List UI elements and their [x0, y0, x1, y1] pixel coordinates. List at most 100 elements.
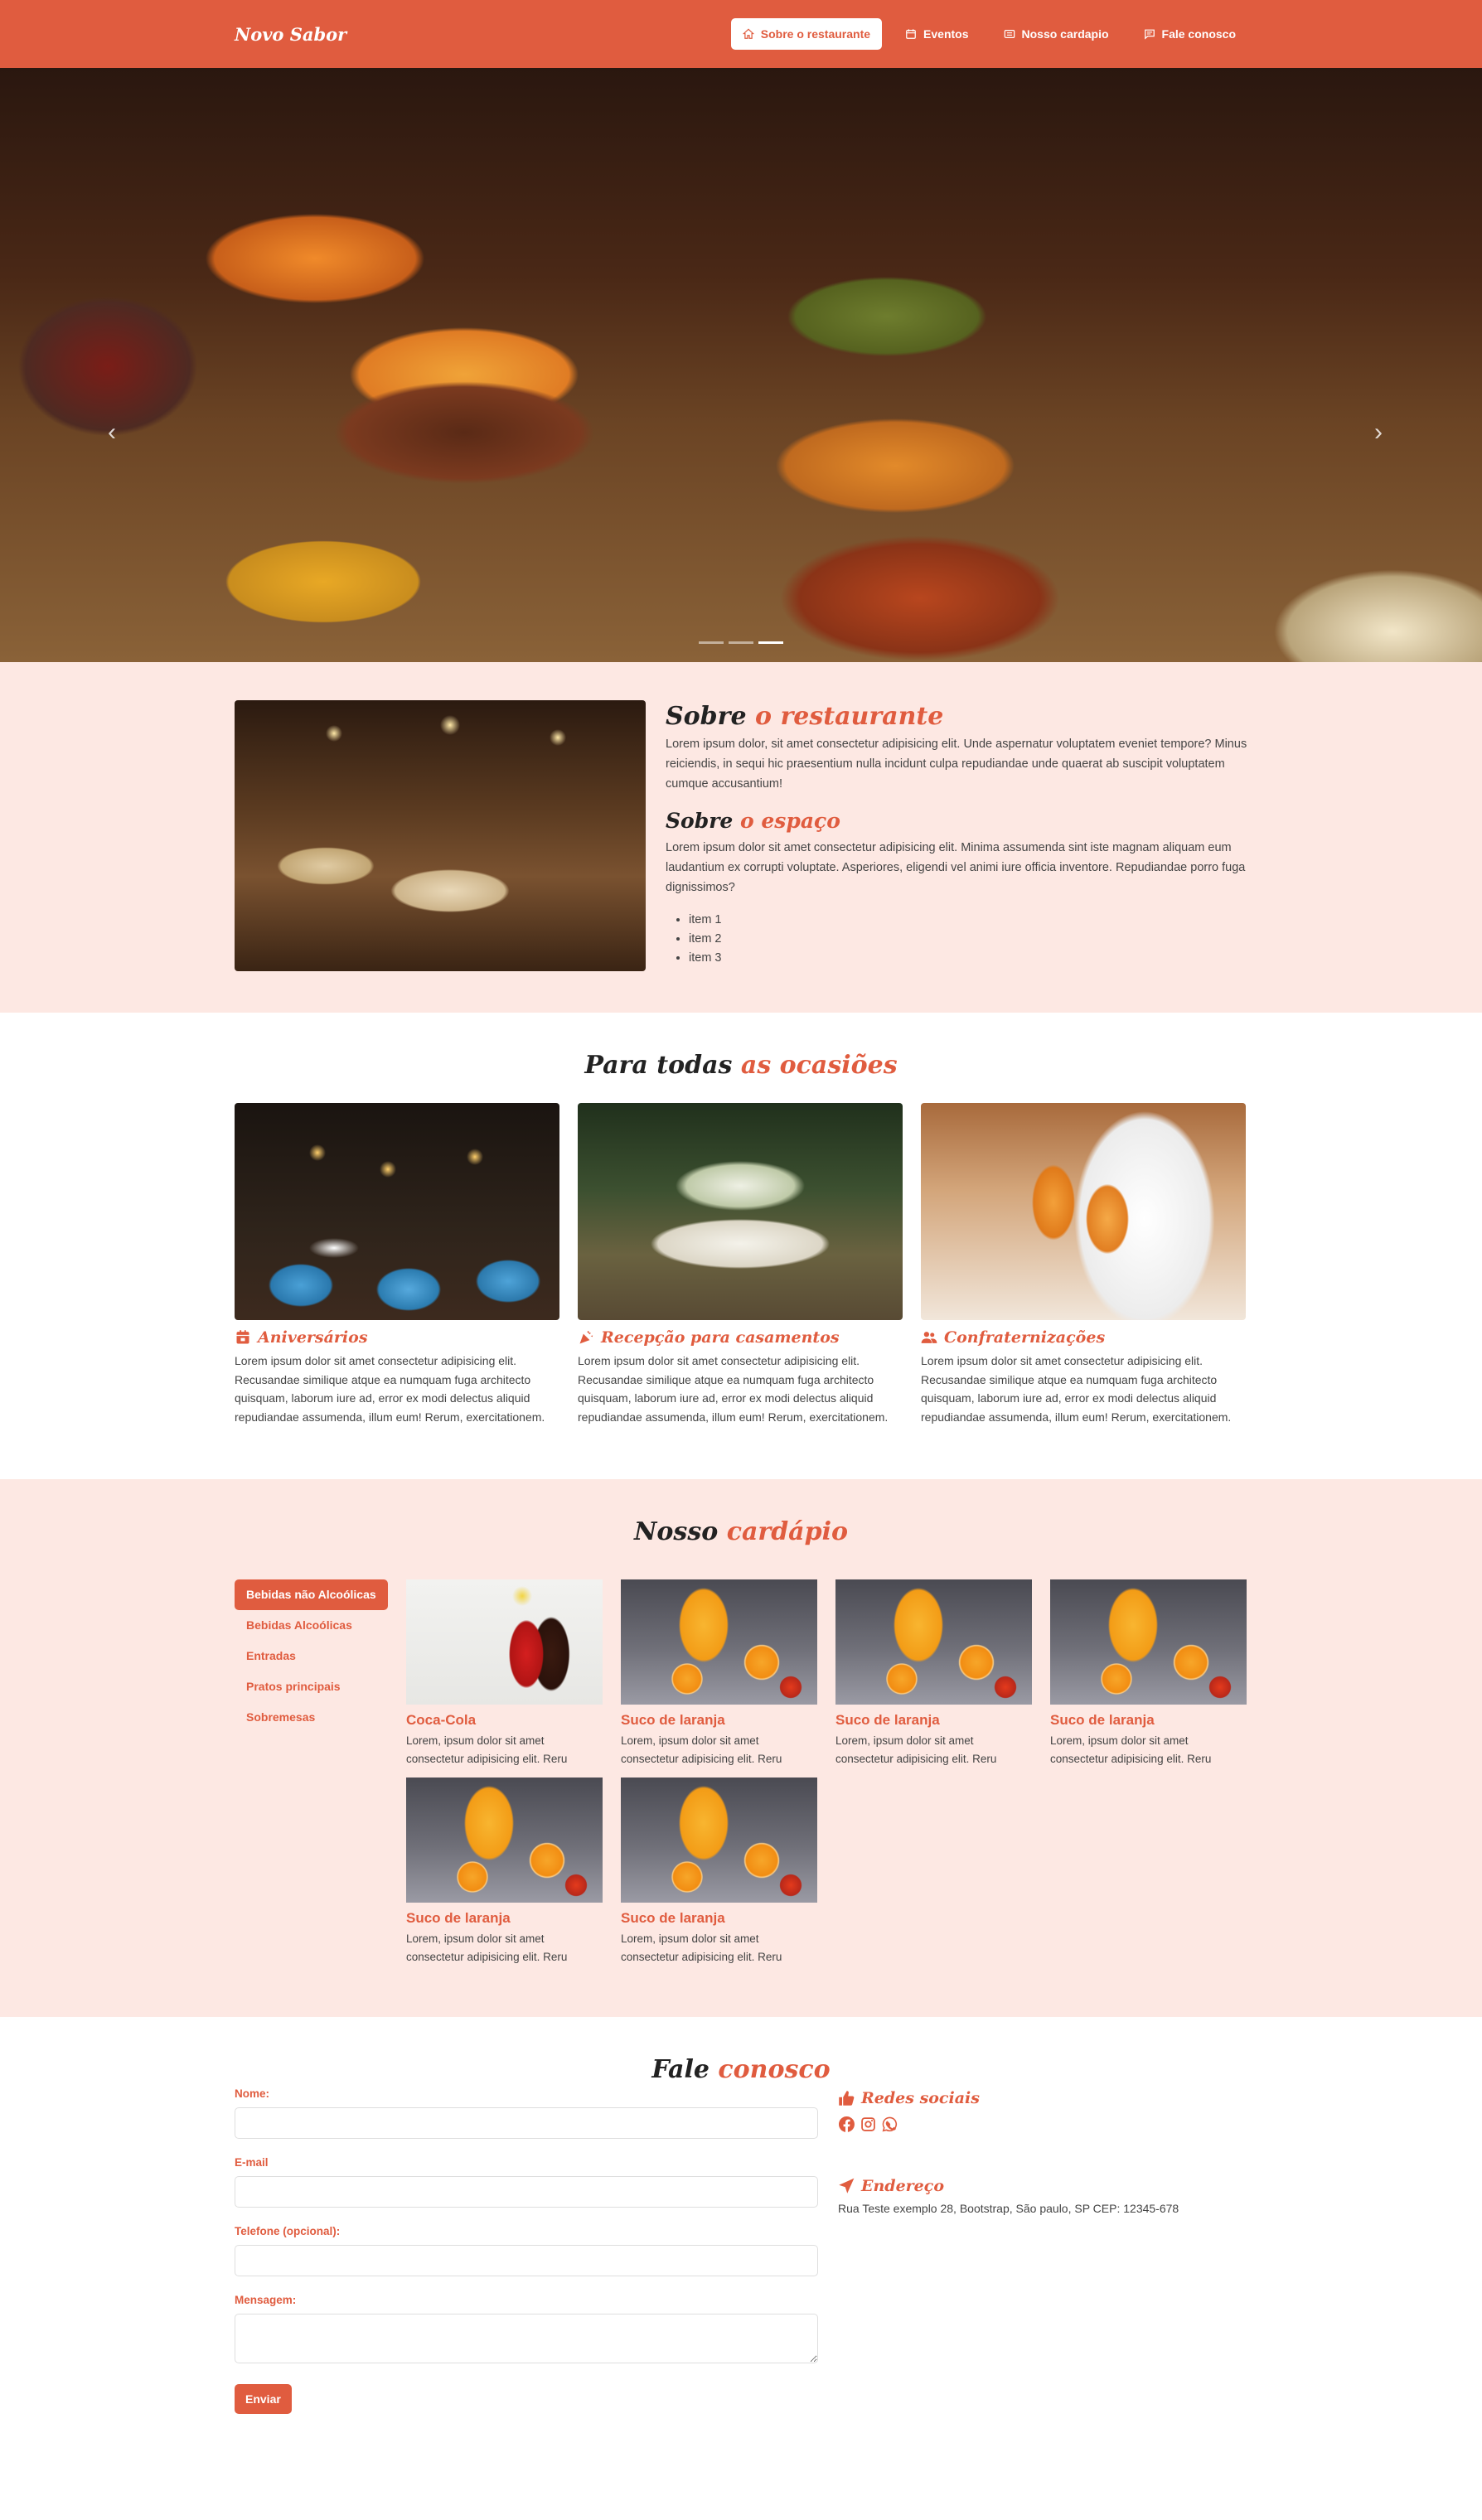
- card-list-icon: [1004, 30, 1015, 38]
- space-title-part: Sobre: [666, 809, 734, 833]
- email-label: E-mail: [235, 2156, 269, 2169]
- brand-logo[interactable]: Novo Sabor: [235, 24, 346, 45]
- events-title-accent: as ocasiões: [740, 1051, 898, 1080]
- facebook-icon[interactable]: [838, 2116, 855, 2132]
- events-title: Para todas as ocasiões: [235, 1051, 1247, 1080]
- product-description: Lorem, ipsum dolor sit amet consectetur …: [406, 1932, 568, 1963]
- social-title-text: Redes sociais: [861, 2089, 980, 2107]
- product-name: Suco de laranja: [621, 1910, 725, 1926]
- tab-starters[interactable]: Entradas: [235, 1641, 388, 1671]
- space-title: Sobre o espaço: [666, 809, 1247, 833]
- contact-title: Fale conosco: [235, 2055, 1247, 2084]
- social-title: Redes sociais: [838, 2089, 1179, 2107]
- nav-link-events[interactable]: Eventos: [894, 18, 980, 50]
- phone-field[interactable]: [235, 2245, 818, 2276]
- menu-section: Nosso cardápio Bebidas não Alcoólicas Be…: [0, 1479, 1482, 2017]
- contact-title-part: Fale: [651, 2055, 710, 2084]
- party-icon: [579, 1330, 593, 1344]
- message-field[interactable]: [235, 2314, 818, 2363]
- whatsapp-icon[interactable]: [881, 2116, 898, 2132]
- event-card-title: Aniversários: [235, 1328, 559, 1347]
- carousel-indicator-2[interactable]: [729, 641, 753, 644]
- event-cards: Aniversários Lorem ipsum dolor sit amet …: [235, 1103, 1247, 1426]
- event-card-title-text: Confraternizações: [944, 1328, 1106, 1347]
- nav-link-menu[interactable]: Nosso cardapio: [992, 18, 1121, 50]
- contact-title-accent: conosco: [718, 2055, 831, 2084]
- product-card[interactable]: Coca-Cola Lorem, ipsum dolor sit amet co…: [406, 1579, 603, 1768]
- carousel-indicator-3[interactable]: [758, 641, 783, 644]
- about-paragraph-1: Lorem ipsum dolor, sit amet consectetur …: [666, 738, 1247, 791]
- product-card[interactable]: Suco de laranja Lorem, ipsum dolor sit a…: [621, 1778, 817, 1966]
- nav-link-label: Nosso cardapio: [1021, 27, 1109, 41]
- product-card[interactable]: Suco de laranja Lorem, ipsum dolor sit a…: [835, 1579, 1032, 1768]
- restaurant-interior-image: [235, 700, 646, 971]
- hero-carousel: ‹ ›: [0, 68, 1482, 662]
- wedding-reception-image: [578, 1103, 903, 1320]
- product-card[interactable]: Suco de laranja Lorem, ipsum dolor sit a…: [406, 1778, 603, 1966]
- product-description: Lorem, ipsum dolor sit amet consectetur …: [835, 1734, 997, 1765]
- nav-link-label: Eventos: [923, 27, 969, 41]
- orange-juice-image: [621, 1778, 817, 1903]
- carousel-prev-icon[interactable]: ‹: [99, 420, 124, 445]
- navbar: Novo Sabor Sobre o restaurante Eventos N…: [0, 0, 1482, 68]
- orange-juice-image: [835, 1579, 1032, 1705]
- list-item: item 1: [689, 911, 1247, 930]
- menu-title-accent: cardápio: [726, 1517, 848, 1546]
- about-text: Sobre o restaurante Lorem ipsum dolor, s…: [666, 700, 1247, 971]
- address-title-text: Endereço: [861, 2177, 945, 2195]
- events-title-part: Para todas: [584, 1051, 733, 1080]
- contact-section: Fale conosco Nome: E-mail Telefone (opci…: [0, 2017, 1482, 2439]
- contact-info: Redes sociais Endereço Rua Teste exemplo…: [838, 2087, 1179, 2414]
- tab-alcoholic-drinks[interactable]: Bebidas Alcoólicas: [235, 1610, 388, 1641]
- address-title: Endereço: [838, 2177, 1179, 2195]
- about-title: Sobre o restaurante: [666, 702, 1247, 731]
- phone-label: Telefone (opcional):: [235, 2225, 341, 2237]
- coca-cola-image: [406, 1579, 603, 1705]
- nav-menu: Sobre o restaurante Eventos Nosso cardap…: [730, 18, 1247, 50]
- product-card[interactable]: Suco de laranja Lorem, ipsum dolor sit a…: [621, 1579, 817, 1768]
- event-card-title: Confraternizações: [921, 1328, 1246, 1347]
- product-grid: Coca-Cola Lorem, ipsum dolor sit amet co…: [406, 1579, 1247, 1966]
- list-item: item 3: [689, 949, 1247, 968]
- event-card-text: Lorem ipsum dolor sit amet consectetur a…: [921, 1354, 1232, 1424]
- orange-juice-image: [1050, 1579, 1247, 1705]
- event-card-gatherings: Confraternizações Lorem ipsum dolor sit …: [921, 1103, 1246, 1426]
- carousel-next-icon[interactable]: ›: [1366, 420, 1391, 445]
- event-card-title-text: Recepção para casamentos: [601, 1328, 840, 1347]
- name-label: Nome:: [235, 2087, 270, 2100]
- product-name: Coca-Cola: [406, 1712, 477, 1728]
- event-card-weddings: Recepção para casamentos Lorem ipsum dol…: [578, 1103, 903, 1426]
- nav-link-label: Fale conosco: [1161, 27, 1236, 41]
- people-icon: [921, 1332, 937, 1343]
- about-title-part: Sobre: [666, 702, 747, 731]
- product-name: Suco de laranja: [835, 1712, 940, 1728]
- social-links: [838, 2116, 1179, 2132]
- product-name: Suco de laranja: [406, 1910, 511, 1926]
- product-description: Lorem, ipsum dolor sit amet consectetur …: [621, 1932, 782, 1963]
- nav-link-about[interactable]: Sobre o restaurante: [730, 18, 883, 50]
- product-description: Lorem, ipsum dolor sit amet consectetur …: [406, 1734, 568, 1765]
- product-card[interactable]: Suco de laranja Lorem, ipsum dolor sit a…: [1050, 1579, 1247, 1768]
- instagram-icon[interactable]: [860, 2116, 876, 2132]
- event-card-title: Recepção para casamentos: [578, 1328, 903, 1347]
- home-icon: [742, 28, 754, 39]
- calendar-icon: [906, 29, 916, 39]
- chat-icon: [1144, 29, 1155, 40]
- tab-main-courses[interactable]: Pratos principais: [235, 1671, 388, 1702]
- about-list: item 1 item 2 item 3: [689, 911, 1247, 968]
- menu-category-tabs: Bebidas não Alcoólicas Bebidas Alcoólica…: [235, 1579, 388, 1966]
- thumbs-up-icon: [839, 2091, 855, 2106]
- product-description: Lorem, ipsum dolor sit amet consectetur …: [621, 1734, 782, 1765]
- space-title-accent: o espaço: [740, 809, 840, 833]
- tab-desserts[interactable]: Sobremesas: [235, 1702, 388, 1733]
- name-field[interactable]: [235, 2107, 818, 2139]
- submit-button[interactable]: Enviar: [235, 2384, 292, 2414]
- event-card-title-text: Aniversários: [258, 1328, 368, 1347]
- email-field[interactable]: [235, 2176, 818, 2208]
- toast-glasses-image: [921, 1103, 1246, 1320]
- birthday-cupcakes-image: [235, 1103, 559, 1320]
- nav-link-contact[interactable]: Fale conosco: [1132, 18, 1247, 50]
- tab-non-alcoholic-drinks[interactable]: Bebidas não Alcoólicas: [235, 1579, 388, 1610]
- orange-juice-image: [621, 1579, 817, 1705]
- carousel-indicator-1[interactable]: [699, 641, 724, 644]
